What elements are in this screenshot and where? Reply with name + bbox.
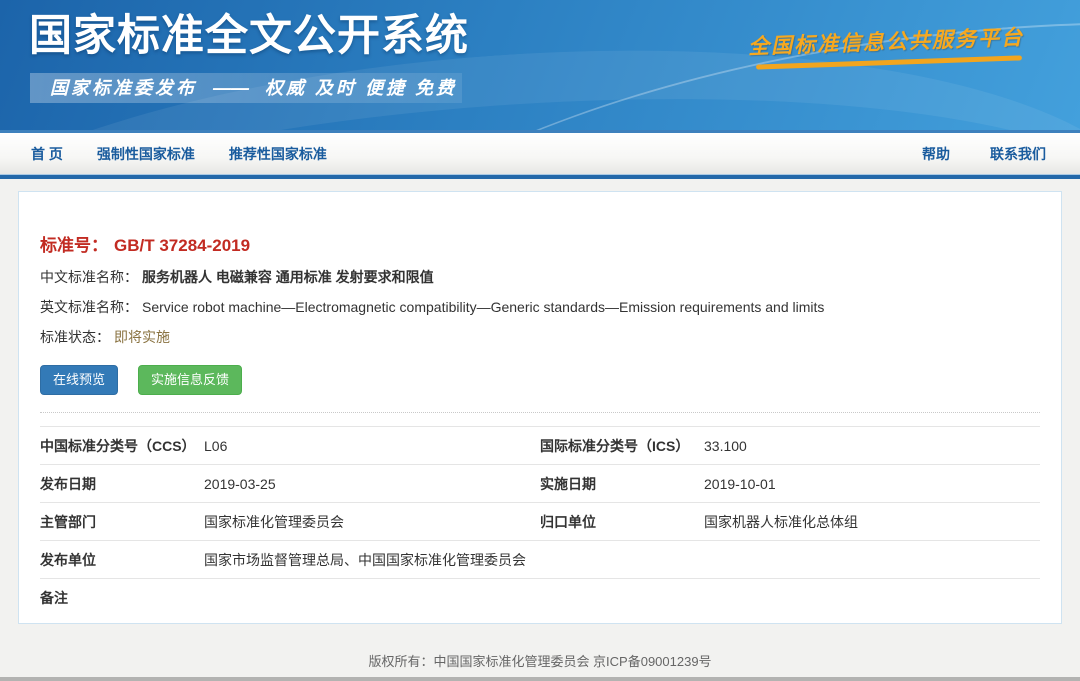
ccs-label: 中国标准分类号（CCS） <box>40 436 204 456</box>
en-name-value: Service robot machine—Electromagnetic co… <box>142 299 824 315</box>
cn-name-line: 中文标准名称：服务机器人 电磁兼容 通用标准 发射要求和限值 <box>40 269 1040 286</box>
nav-item-home[interactable]: 首 页 <box>31 144 63 164</box>
implement-date-label: 实施日期 <box>540 474 704 494</box>
en-name-label: 英文标准名称： <box>40 299 138 315</box>
competent-dept-label: 主管部门 <box>40 512 204 532</box>
platform-logo[interactable]: 全国标准信息公共服务平台 <box>748 26 1024 65</box>
cn-name-value: 服务机器人 电磁兼容 通用标准 发射要求和限值 <box>142 269 434 285</box>
implement-date-value: 2019-10-01 <box>704 476 1040 492</box>
platform-name: 全国标准信息公共服务平台 <box>748 21 1025 61</box>
nav-item-help[interactable]: 帮助 <box>922 144 950 164</box>
status-value: 即将实施 <box>114 329 170 345</box>
publisher-text: 国家标准委发布 <box>50 78 197 98</box>
issuing-unit-value: 国家市场监督管理总局、中国国家标准化管理委员会 <box>204 550 1040 570</box>
publish-date-value: 2019-03-25 <box>204 476 540 492</box>
nav-wrapper: 首 页 强制性国家标准 推荐性国家标准 帮助 联系我们 <box>0 130 1080 179</box>
nav-item-contact-us[interactable]: 联系我们 <box>990 144 1046 164</box>
page-footer: 版权所有：中国国家标准化管理委员会 京ICP备09001239号 <box>0 624 1080 670</box>
table-row: 中国标准分类号（CCS） L06 国际标准分类号（ICS） 33.100 <box>40 427 1040 465</box>
status-label: 标准状态： <box>40 329 110 345</box>
site-title: 国家标准全文公开系统 <box>29 1 469 63</box>
table-row: 主管部门 国家标准化管理委员会 归口单位 国家机器人标准化总体组 <box>40 503 1040 541</box>
nav-item-mandatory-standards[interactable]: 强制性国家标准 <box>97 144 195 164</box>
standard-number-label: 标准号： <box>40 236 108 255</box>
ics-value: 33.100 <box>704 438 1040 454</box>
standard-info-table: 中国标准分类号（CCS） L06 国际标准分类号（ICS） 33.100 发布日… <box>40 426 1040 617</box>
table-row: 发布单位 国家市场监督管理总局、中国国家标准化管理委员会 <box>40 541 1040 579</box>
status-line: 标准状态：即将实施 <box>40 329 1040 346</box>
issuing-unit-label: 发布单位 <box>40 550 204 570</box>
table-row: 备注 <box>40 579 1040 617</box>
cn-name-label: 中文标准名称： <box>40 269 138 285</box>
site-header: 国家标准全文公开系统 国家标准委发布 —— 权威 及时 便捷 免费 全国标准信息… <box>0 0 1080 130</box>
publish-date-label: 发布日期 <box>40 474 204 494</box>
copyright-text: 版权所有：中国国家标准化管理委员会 京ICP备09001239号 <box>0 651 1080 670</box>
banner-dash: —— <box>213 78 249 98</box>
nav-item-recommended-standards[interactable]: 推荐性国家标准 <box>229 144 327 164</box>
dotted-separator <box>40 412 1040 413</box>
remarks-label: 备注 <box>40 588 204 608</box>
table-row: 发布日期 2019-03-25 实施日期 2019-10-01 <box>40 465 1040 503</box>
competent-dept-value: 国家标准化管理委员会 <box>204 512 540 532</box>
implementation-feedback-button[interactable]: 实施信息反馈 <box>138 365 242 395</box>
centralized-unit-label: 归口单位 <box>540 512 704 532</box>
ccs-value: L06 <box>204 438 540 454</box>
ics-label: 国际标准分类号（ICS） <box>540 436 704 456</box>
action-buttons: 在线预览 实施信息反馈 <box>40 365 1040 395</box>
standard-number-value: GB/T 37284-2019 <box>114 236 250 255</box>
en-name-line: 英文标准名称：Service robot machine—Electromagn… <box>40 299 1040 316</box>
bottom-edge-strip <box>0 677 1080 681</box>
online-preview-button[interactable]: 在线预览 <box>40 365 118 395</box>
publisher-banner: 国家标准委发布 —— 权威 及时 便捷 免费 <box>30 73 462 103</box>
main-nav: 首 页 强制性国家标准 推荐性国家标准 帮助 联系我们 <box>0 133 1080 175</box>
slogan-text: 权威 及时 便捷 免费 <box>265 78 457 98</box>
standard-number-line: 标准号： GB/T 37284-2019 <box>40 231 1040 256</box>
standard-detail-card: 标准号： GB/T 37284-2019 中文标准名称：服务机器人 电磁兼容 通用… <box>18 191 1062 624</box>
centralized-unit-value: 国家机器人标准化总体组 <box>704 512 1040 532</box>
content-area: 标准号： GB/T 37284-2019 中文标准名称：服务机器人 电磁兼容 通用… <box>0 179 1080 624</box>
